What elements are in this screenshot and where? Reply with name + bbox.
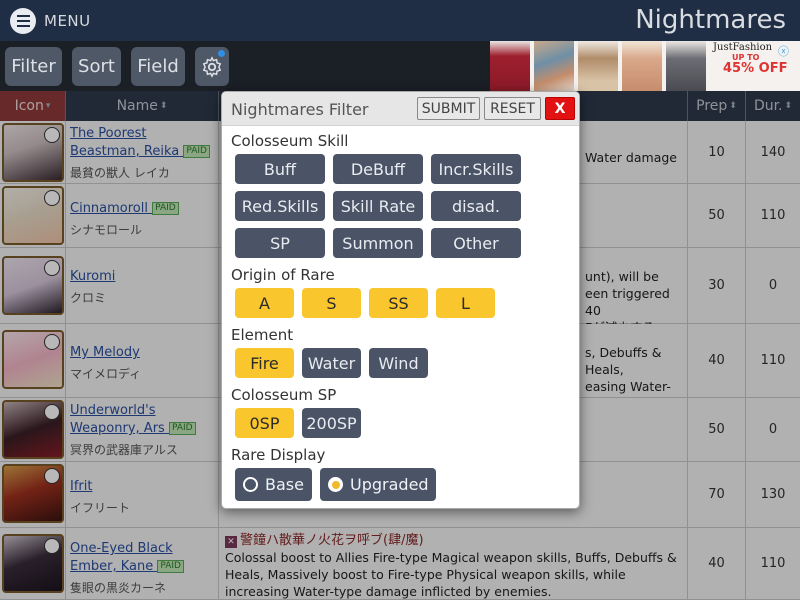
menu-button[interactable]: MENU	[10, 8, 91, 34]
ad-brand: JustFashion	[713, 42, 773, 53]
chip-200sp[interactable]: 200SP	[302, 408, 361, 438]
modal-title: Nightmares Filter	[231, 100, 369, 119]
ad-close-icon[interactable]: ⓧ	[778, 43, 790, 58]
filter-button[interactable]: Filter	[5, 47, 62, 86]
chip-disad[interactable]: disad.	[431, 191, 521, 221]
ad-discount: 45% OFF	[723, 61, 788, 76]
app: MENU Nightmares Filter Sort Field JustFa…	[0, 0, 800, 600]
modal-header: Nightmares Filter SUBMIT RESET X	[222, 92, 579, 126]
hamburger-icon	[10, 8, 36, 34]
section-label: Origin of Rare	[231, 266, 335, 284]
chip-skill-rate[interactable]: Skill Rate	[333, 191, 423, 221]
chip-red-skills[interactable]: Red.Skills	[235, 191, 325, 221]
radio-upgraded[interactable]: Upgraded	[320, 468, 436, 501]
ad-image	[578, 41, 618, 91]
ad-image	[534, 41, 574, 91]
field-button[interactable]: Field	[131, 47, 185, 86]
submit-button[interactable]: SUBMIT	[417, 97, 480, 120]
radio-base[interactable]: Base	[235, 468, 312, 501]
reset-button[interactable]: RESET	[484, 97, 541, 120]
radio-empty-icon	[243, 477, 258, 492]
menu-label: MENU	[44, 12, 91, 30]
chip-summon[interactable]: Summon	[333, 228, 423, 258]
radio-label: Base	[265, 475, 304, 494]
ad-image	[622, 41, 662, 91]
chip-rare-ss[interactable]: SS	[369, 288, 428, 318]
radio-label: Upgraded	[350, 475, 429, 494]
chip-debuff[interactable]: DeBuff	[333, 154, 423, 184]
filter-modal: Nightmares Filter SUBMIT RESET X Colosse…	[221, 91, 580, 509]
section-label: Colosseum SP	[231, 386, 337, 404]
top-bar: MENU Nightmares	[0, 0, 800, 41]
close-button[interactable]: X	[545, 97, 575, 120]
chip-incr-skills[interactable]: Incr.Skills	[431, 154, 521, 184]
notification-dot	[218, 50, 225, 57]
radio-selected-icon	[328, 477, 343, 492]
section-label: Rare Display	[231, 446, 326, 464]
chip-buff[interactable]: Buff	[235, 154, 325, 184]
chip-water[interactable]: Water	[302, 348, 361, 378]
gear-icon	[202, 55, 222, 78]
ad-image	[666, 41, 706, 91]
chip-wind[interactable]: Wind	[369, 348, 428, 378]
settings-button[interactable]	[195, 47, 229, 86]
sort-button[interactable]: Sort	[72, 47, 121, 86]
section-label: Element	[231, 326, 294, 344]
chip-other[interactable]: Other	[431, 228, 521, 258]
section-label: Colosseum Skill	[231, 132, 349, 150]
chip-rare-l[interactable]: L	[436, 288, 495, 318]
chip-rare-s[interactable]: S	[302, 288, 361, 318]
chip-sp[interactable]: SP	[235, 228, 325, 258]
page-title: Nightmares	[635, 5, 786, 35]
chip-fire[interactable]: Fire	[235, 348, 294, 378]
chip-rare-a[interactable]: A	[235, 288, 294, 318]
chip-0sp[interactable]: 0SP	[235, 408, 294, 438]
ad-image	[490, 41, 530, 91]
